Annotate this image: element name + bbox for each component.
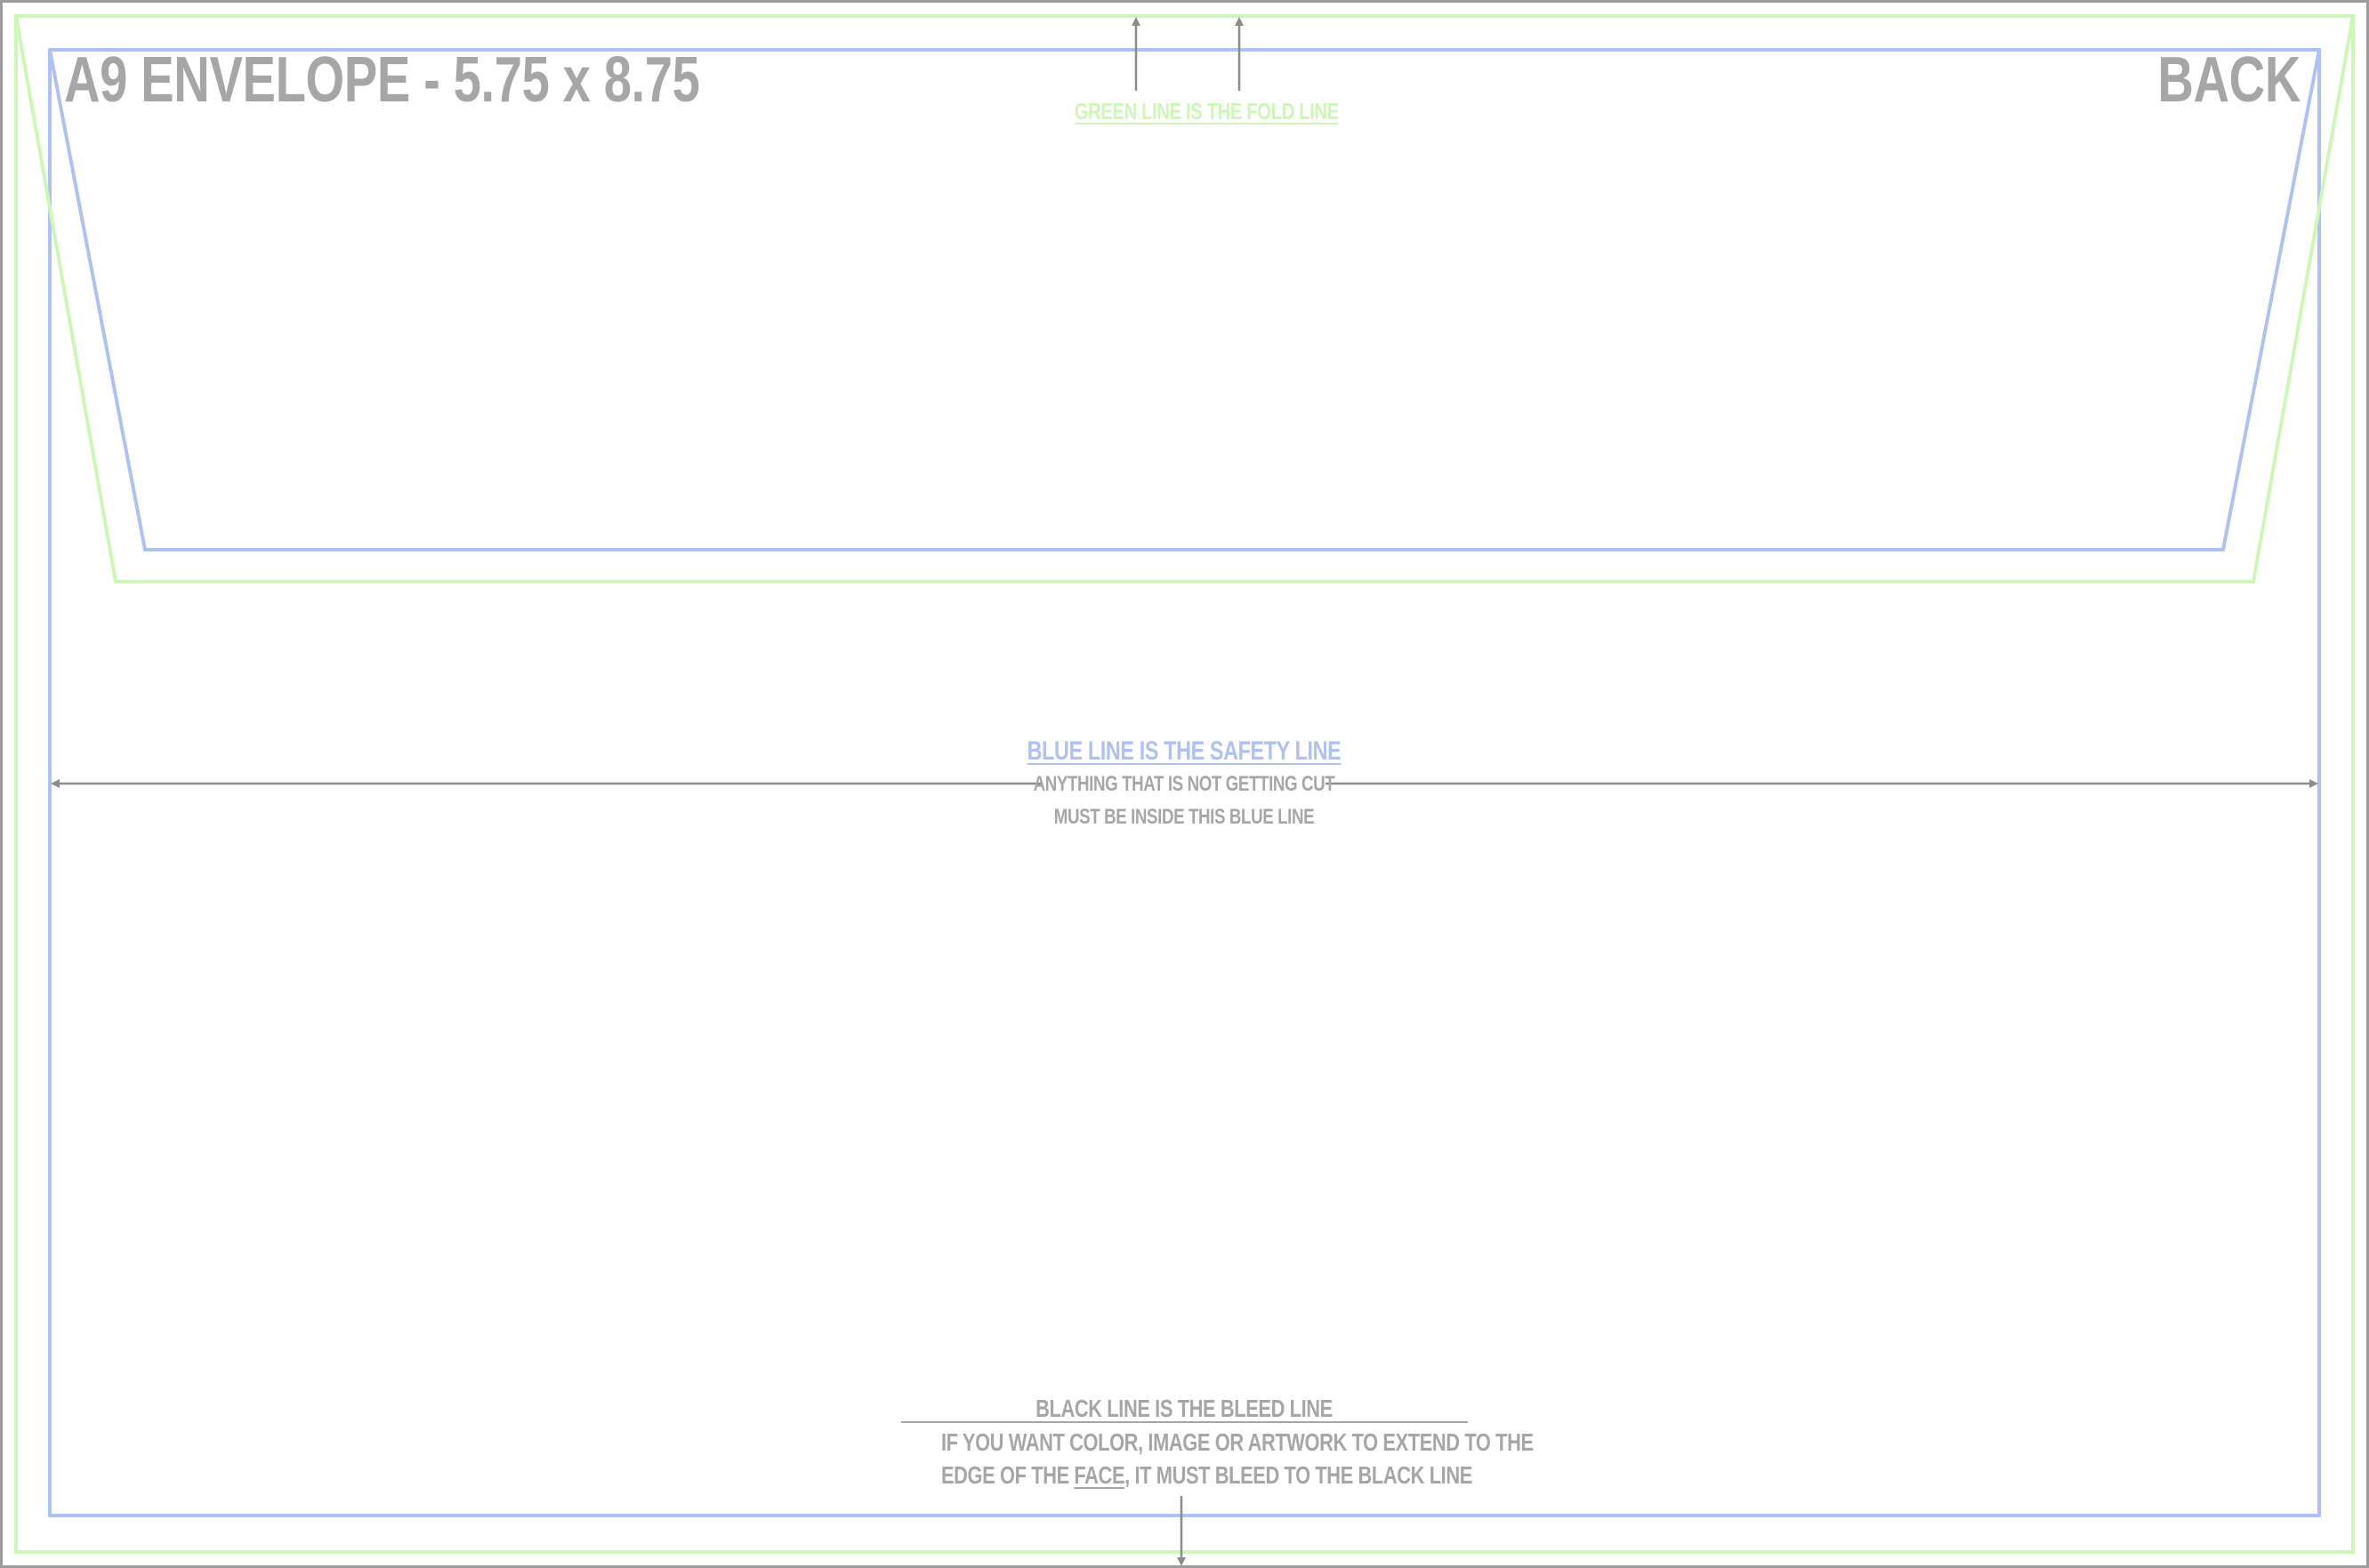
safety-line-note-1: ANYTHING THAT IS NOT GETTING CUT	[1033, 772, 1335, 796]
bleed-line-title: BLACK LINE IS THE BLEED LINE	[1035, 1395, 1333, 1422]
template-title: A9 ENVELOPE - 5.75 x 8.75	[64, 44, 700, 116]
template-side-label: BACK	[2157, 44, 2301, 116]
bleed-note-2-face-word: FACE	[1074, 1461, 1125, 1489]
bleed-line-note-2: EDGE OF THE FACE, IT MUST BLEED TO THE B…	[941, 1460, 1472, 1491]
bleed-note-2-prefix: EDGE OF THE	[941, 1461, 1075, 1489]
safety-line-title: BLUE LINE IS THE SAFETY LINE	[1027, 736, 1342, 766]
bleed-line-note-1: IF YOU WANT COLOR, IMAGE OR ARTWORK TO E…	[941, 1428, 1534, 1456]
fold-line-note: GREEN LINE IS THE FOLD LINE	[1074, 98, 1339, 125]
bleed-note-2-suffix: , IT MUST BLEED TO THE BLACK LINE	[1124, 1461, 1472, 1489]
safety-line-note-2: MUST BE INSIDE THIS BLUE LINE	[1053, 805, 1315, 829]
